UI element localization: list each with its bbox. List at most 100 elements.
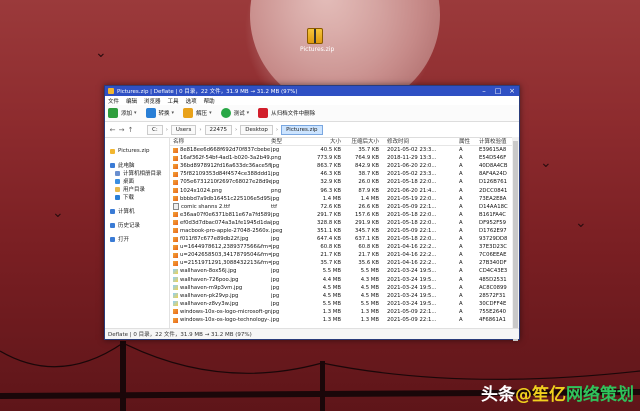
cell-size: 96.3 KB bbox=[320, 187, 341, 194]
menu-browser[interactable]: 浏览器 bbox=[144, 97, 161, 105]
convert-button[interactable]: 转换 ▾ bbox=[145, 108, 175, 118]
table-row[interactable]: macbook-pro-apple-27048-2560x... jpeg 351.… bbox=[170, 227, 519, 235]
image-file-icon bbox=[173, 268, 178, 274]
table-row[interactable]: wallhaven-pk29vp.jpg jpg 4.5 MB 4.5 MB 2021-… bbox=[170, 292, 519, 300]
vertical-scrollbar[interactable] bbox=[512, 137, 519, 341]
column-packed-size[interactable]: 压缩后大小 bbox=[341, 137, 379, 145]
breadcrumb: C: › Users › 22475 › Desktop › Pictures.… bbox=[147, 124, 326, 135]
close-icon[interactable]: × bbox=[505, 87, 519, 95]
table-row[interactable]: 705e6731210f2697c68027e28d9e... jpg 32.9 K… bbox=[170, 178, 519, 186]
cell-name: 1024x1024.png bbox=[170, 188, 271, 194]
download-icon bbox=[115, 194, 120, 200]
sidebar-item[interactable]: 下载 bbox=[105, 193, 169, 201]
table-row[interactable]: 16af362f-54bf-4ad1-b020-3a2b49... png 773.… bbox=[170, 154, 519, 162]
breadcrumb-drive[interactable]: C: bbox=[147, 124, 163, 135]
cell-packed: 26.6 KB bbox=[358, 203, 379, 210]
sidebar-item[interactable]: 打开 bbox=[105, 235, 169, 243]
table-row[interactable]: wallhaven-726poo.jpg jpg 4.4 MB 4.3 MB 2021-… bbox=[170, 276, 519, 284]
table-row[interactable]: f011f87c677e89db22f.jpg jpg 647.4 KB 637.1 … bbox=[170, 235, 519, 243]
image-file-icon bbox=[173, 317, 178, 323]
cell-type: jpg bbox=[271, 244, 280, 251]
table-row[interactable]: 8e818ee6d668f692d70f837cbebe1... jpg 40.5 … bbox=[170, 146, 519, 154]
cell-type: png bbox=[271, 187, 282, 194]
column-name[interactable]: 名称 bbox=[170, 137, 271, 145]
table-row[interactable]: bbbbd7a9db16451c225106e5d958... jpg 1.4 MB… bbox=[170, 195, 519, 203]
sidebar-item[interactable]: 历史记录 bbox=[105, 221, 169, 229]
column-attributes[interactable]: 属性 bbox=[455, 137, 477, 145]
cell-size: 40.5 KB bbox=[320, 147, 341, 154]
table-row[interactable]: comic shanns 2.ttf ttf 72.6 KB 26.6 KB 2021-… bbox=[170, 203, 519, 211]
sidebar-item[interactable]: Pictures.zip bbox=[105, 147, 169, 155]
extract-icon bbox=[183, 108, 194, 118]
table-row[interactable]: 75f82109353d84f4574ce388ddd1... jpg 46.3 K… bbox=[170, 170, 519, 178]
extract-button[interactable]: 解压 ▾ bbox=[183, 108, 212, 118]
menu-help[interactable]: 帮助 bbox=[204, 97, 215, 105]
cell-packed: 26.0 KB bbox=[358, 179, 379, 186]
table-row[interactable]: u=1644978612,2389377566&fm=2... jpg 60.8 K… bbox=[170, 243, 519, 251]
bird-icon: ⌄ bbox=[95, 45, 107, 61]
breadcrumb-desktop[interactable]: Desktop bbox=[240, 124, 273, 135]
table-row[interactable]: u=2042658503,3417879504&fm=2... jpg 21.7 K… bbox=[170, 251, 519, 259]
maximize-icon[interactable]: □ bbox=[491, 87, 505, 95]
table-row[interactable]: wallhaven-8ox56j.jpg jpg 5.5 MB 5.5 MB 2021-… bbox=[170, 267, 519, 275]
cell-size: 1.3 MB bbox=[322, 308, 341, 315]
chevron-down-icon[interactable]: ▾ bbox=[134, 110, 137, 116]
desktop-zip-icon[interactable]: Pictures.zip bbox=[300, 28, 335, 53]
forward-icon[interactable]: → bbox=[117, 126, 126, 134]
table-row[interactable]: windows-10x-os-logo-technology-... jpg 1.3… bbox=[170, 316, 519, 324]
chevron-right-icon: › bbox=[235, 126, 238, 133]
minimize-icon[interactable]: – bbox=[477, 87, 491, 95]
cell-modified: 2021-05-18 22:0... bbox=[387, 211, 437, 218]
delete-button[interactable]: 从归档文件中删除 bbox=[258, 108, 315, 118]
column-modified[interactable]: 修改时间 bbox=[379, 137, 455, 145]
cell-modified: 2021-05-09 22:1... bbox=[387, 203, 437, 210]
chevron-down-icon[interactable]: ▾ bbox=[172, 110, 175, 116]
scrollbar-thumb[interactable] bbox=[513, 141, 518, 341]
desktop-icon-label: Pictures.zip bbox=[300, 46, 335, 53]
delete-icon bbox=[258, 108, 269, 118]
table-row[interactable]: wallhaven-m9p3vm.jpg jpg 4.5 MB 4.5 MB 2021-… bbox=[170, 284, 519, 292]
table-row[interactable]: e36aa07f0e6371b811e67a7fd5897... jpg 291.7… bbox=[170, 211, 519, 219]
sidebar-item[interactable]: 此电脑 bbox=[105, 161, 169, 169]
cell-attr: A bbox=[459, 203, 463, 210]
breadcrumb-archive[interactable]: Pictures.zip bbox=[281, 124, 323, 135]
column-size[interactable]: 大小 bbox=[303, 137, 341, 145]
bird-icon: ⌄ bbox=[540, 155, 552, 171]
cell-modified: 2021-05-09 22:1... bbox=[387, 317, 437, 324]
file-name: wallhaven-m9p3vm.jpg bbox=[180, 284, 243, 291]
convert-button-label: 转换 bbox=[158, 111, 170, 117]
cell-attr: A bbox=[459, 260, 463, 267]
breadcrumb-user[interactable]: 22475 bbox=[204, 124, 233, 135]
navigation-bar: ← → ↑ C: › Users › 22475 › Desktop › Pic… bbox=[105, 122, 519, 138]
sidebar-item[interactable]: 用户目录 bbox=[105, 185, 169, 193]
menu-file[interactable]: 文件 bbox=[108, 97, 119, 105]
watermark: 头条@笙亿网络策划 bbox=[481, 380, 634, 405]
breadcrumb-users[interactable]: Users bbox=[170, 124, 197, 135]
sidebar-item[interactable]: 计算机相册目录 bbox=[105, 169, 169, 177]
column-type[interactable]: 类型 bbox=[271, 137, 303, 145]
cell-packed: 5.5 MB bbox=[360, 268, 379, 275]
menu-options[interactable]: 选项 bbox=[186, 97, 197, 105]
menu-edit[interactable]: 编辑 bbox=[126, 97, 137, 105]
chevron-down-icon[interactable]: ▾ bbox=[209, 110, 212, 116]
sidebar-item-label: 计算机 bbox=[118, 209, 135, 215]
image-file-icon bbox=[173, 212, 178, 218]
table-row[interactable]: 1024x1024.png png 96.3 KB 87.9 KB 2021-06-20… bbox=[170, 186, 519, 194]
up-icon[interactable]: ↑ bbox=[126, 126, 135, 134]
menu-tools[interactable]: 工具 bbox=[168, 97, 179, 105]
table-row[interactable]: ef0d3d7dbac074a3a1fe1945d1da8... jpg 328.8… bbox=[170, 219, 519, 227]
table-row[interactable]: windows-10x-os-logo-microsoft-gradi...jp… bbox=[170, 308, 519, 316]
sidebar-item[interactable]: 桌面 bbox=[105, 177, 169, 185]
cell-size: 60.8 KB bbox=[320, 244, 341, 251]
add-button[interactable]: 添加 ▾ bbox=[108, 108, 137, 118]
back-icon[interactable]: ← bbox=[108, 126, 117, 134]
table-row[interactable]: 36bd8978912fd16a633dc36ace5fb... jpg 863.7… bbox=[170, 162, 519, 170]
sidebar-item[interactable]: 计算机 bbox=[105, 207, 169, 215]
test-button[interactable]: 测试 ▾ bbox=[220, 108, 250, 118]
table-row[interactable]: wallhaven-z8vy3w.jpg jpg 5.5 MB 5.5 MB 2021-… bbox=[170, 300, 519, 308]
cell-attr: A bbox=[459, 308, 463, 315]
file-name: macbook-pro-apple-27048-2560x... bbox=[180, 227, 271, 234]
table-row[interactable]: u=2151971291,3088432213&fm=1... jpg 35.7 K… bbox=[170, 259, 519, 267]
chevron-down-icon[interactable]: ▾ bbox=[247, 110, 250, 116]
title-bar[interactable]: Pictures.zip | Deflate | 0 目录，22 文件，31.9… bbox=[105, 86, 519, 96]
